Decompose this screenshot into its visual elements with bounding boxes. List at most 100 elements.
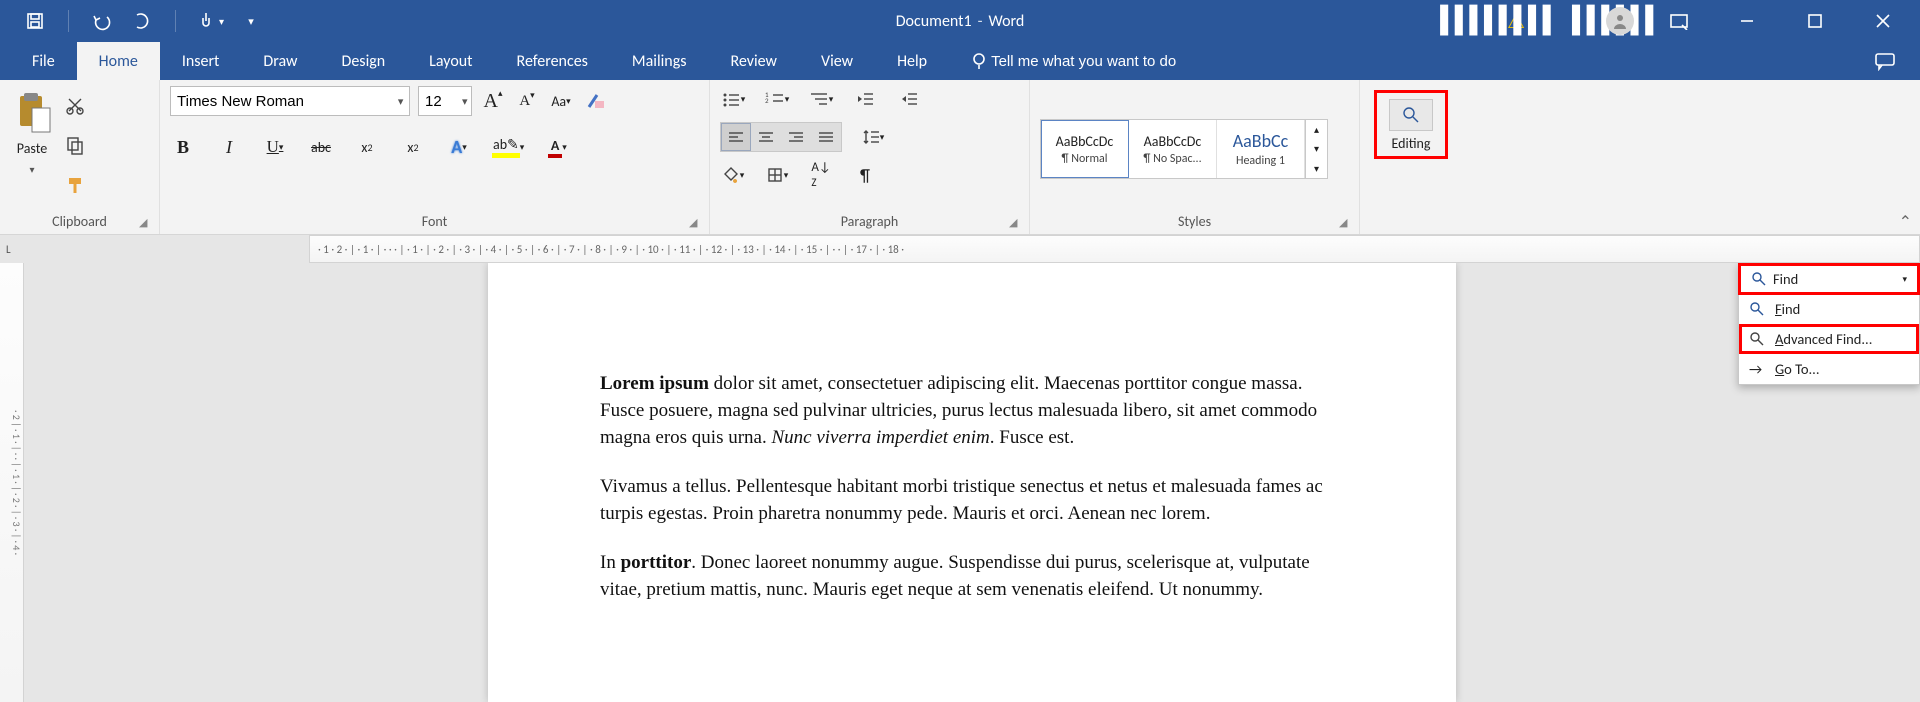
clipboard-launcher-icon[interactable]: ◢ <box>139 216 153 230</box>
tell-me[interactable] <box>955 42 1263 80</box>
group-font: ▾ ▾ A▴ A▾ Aa▾ B I U▾ abc x2 x2 A▾ ab✎▾ A… <box>160 80 710 234</box>
ribbon-tabs: File Home Insert Draw Design Layout Refe… <box>0 42 1920 80</box>
tab-selector[interactable]: L <box>0 235 309 263</box>
styles-launcher-icon[interactable]: ◢ <box>1339 216 1353 230</box>
editing-label: Editing <box>1392 135 1431 152</box>
tab-references[interactable]: References <box>495 42 610 80</box>
window-controls <box>1606 0 1920 42</box>
grow-font-icon[interactable]: A▴ <box>480 88 506 114</box>
increase-indent-icon[interactable] <box>896 86 922 112</box>
shrink-font-icon[interactable]: A▾ <box>514 88 540 114</box>
copy-icon[interactable] <box>62 132 88 158</box>
font-color-icon[interactable]: A▾ <box>544 134 570 160</box>
close-button[interactable] <box>1860 0 1906 42</box>
tab-insert[interactable]: Insert <box>160 42 242 80</box>
align-right-button[interactable] <box>781 123 811 151</box>
group-paragraph: ▾ 12▾ ▾ ▾ ▾ ▾ A↓Z ¶ <box>710 80 1030 234</box>
tell-me-input[interactable] <box>989 52 1249 71</box>
paragraph-label: Paragraph <box>841 213 899 230</box>
change-case-icon[interactable]: Aa▾ <box>548 88 574 114</box>
account-avatar[interactable] <box>1606 7 1634 35</box>
style-gallery-more[interactable]: ▴▾▾ <box>1305 120 1327 178</box>
tab-design[interactable]: Design <box>320 42 408 80</box>
paste-button[interactable]: Paste ▾ <box>10 90 54 176</box>
style-heading-1[interactable]: AaBbCc Heading 1 <box>1217 120 1305 178</box>
paste-label: Paste <box>17 140 47 157</box>
search-icon <box>1401 105 1421 125</box>
sort-icon[interactable]: A↓Z <box>808 162 834 188</box>
document-area[interactable]: Lorem ipsum dolor sit amet, consectetuer… <box>24 263 1920 702</box>
italic-button[interactable]: I <box>216 134 242 160</box>
styles-label: Styles <box>1178 213 1211 230</box>
text-effects-icon[interactable]: A▾ <box>446 134 472 160</box>
clear-formatting-icon[interactable] <box>582 88 608 114</box>
tab-review[interactable]: Review <box>708 42 799 80</box>
tab-draw[interactable]: Draw <box>241 42 319 80</box>
find-dropdown: Find ▾ Find Advanced Find... → Go To... <box>1738 263 1920 385</box>
vertical-ruler[interactable]: · 2 | · 1 · | · · | · 1 · | · 2 · | · 3 … <box>0 263 24 702</box>
page[interactable]: Lorem ipsum dolor sit amet, consectetuer… <box>488 263 1456 702</box>
decrease-indent-icon[interactable] <box>852 86 878 112</box>
style-no-spacing[interactable]: AaBbCcDc ¶ No Spac... <box>1129 120 1217 178</box>
align-justify-button[interactable] <box>811 123 841 151</box>
font-label: Font <box>422 213 448 230</box>
find-menu-advanced[interactable]: Advanced Find... <box>1739 324 1919 354</box>
multilevel-list-icon[interactable]: ▾ <box>808 86 834 112</box>
tab-view[interactable]: View <box>799 42 875 80</box>
customize-qat-icon[interactable]: ▾ <box>238 8 264 34</box>
bold-button[interactable]: B <box>170 134 196 160</box>
svg-text:2: 2 <box>765 96 769 105</box>
format-painter-icon[interactable] <box>62 172 88 198</box>
tab-help[interactable]: Help <box>875 42 949 80</box>
font-launcher-icon[interactable]: ◢ <box>689 216 703 230</box>
align-center-button[interactable] <box>751 123 781 151</box>
horizontal-ruler[interactable]: · 1 · 2 · | · 1 · | · · · | · 1 · | · 2 … <box>309 235 1920 263</box>
find-label: Find <box>1773 270 1798 288</box>
align-left-button[interactable] <box>721 123 751 151</box>
superscript-button[interactable]: x2 <box>400 134 426 160</box>
document-name: Document1 <box>896 12 972 31</box>
maximize-button[interactable] <box>1792 0 1838 42</box>
group-styles: AaBbCcDc ¶ Normal AaBbCcDc ¶ No Spac... … <box>1030 80 1360 234</box>
numbering-icon[interactable]: 12▾ <box>764 86 790 112</box>
tab-mailings[interactable]: Mailings <box>610 42 709 80</box>
subscript-button[interactable]: x2 <box>354 134 380 160</box>
shading-icon[interactable]: ▾ <box>720 162 746 188</box>
font-name-combo[interactable]: ▾ <box>170 86 410 116</box>
touch-mode-icon[interactable]: ▾ <box>196 8 224 34</box>
bullets-icon[interactable]: ▾ <box>720 86 746 112</box>
find-menu-find[interactable]: Find <box>1739 294 1919 324</box>
group-editing: Editing <box>1360 80 1462 234</box>
show-marks-icon[interactable]: ¶ <box>852 162 878 188</box>
collapse-ribbon-icon[interactable]: ⌃ <box>1899 212 1912 232</box>
lightbulb-icon <box>969 51 989 71</box>
tab-layout[interactable]: Layout <box>407 42 494 80</box>
cut-icon[interactable] <box>62 92 88 118</box>
redo-icon[interactable] <box>129 8 155 34</box>
find-menu-goto[interactable]: → Go To... <box>1739 354 1919 384</box>
highlight-icon[interactable]: ab✎▾ <box>492 134 524 160</box>
style-normal[interactable]: AaBbCcDc ¶ Normal <box>1041 120 1129 178</box>
clipboard-label: Clipboard <box>52 213 107 230</box>
save-icon[interactable] <box>22 8 48 34</box>
borders-icon[interactable]: ▾ <box>764 162 790 188</box>
find-split-button[interactable]: Find ▾ <box>1738 263 1920 295</box>
ribbon-display-options-icon[interactable] <box>1656 0 1702 42</box>
tab-home[interactable]: Home <box>77 42 160 80</box>
font-name-input[interactable] <box>171 87 392 115</box>
editing-button[interactable]: Editing <box>1374 90 1448 159</box>
underline-button[interactable]: U▾ <box>262 134 288 160</box>
title-bar: ▾ ▾ Document1 - Word ⚠ ▌▌▌▌▌▌▌▌ ▌▌▌▌▌▌ <box>0 0 1920 42</box>
tab-file[interactable]: File <box>10 42 77 80</box>
paragraph-launcher-icon[interactable]: ◢ <box>1009 216 1023 230</box>
strikethrough-button[interactable]: abc <box>308 134 334 160</box>
font-size-combo[interactable]: ▾ <box>418 86 472 116</box>
ribbon: Paste ▾ Clipboard ◢ ▾ ▾ A▴ A▾ Aa▾ B <box>0 80 1920 235</box>
font-size-input[interactable] <box>419 87 459 115</box>
comments-icon[interactable] <box>1862 42 1908 80</box>
minimize-button[interactable] <box>1724 0 1770 42</box>
undo-icon[interactable] <box>89 8 115 34</box>
arrow-right-icon: → <box>1749 360 1765 378</box>
line-spacing-icon[interactable]: ▾ <box>860 124 886 150</box>
search-icon <box>1749 331 1765 347</box>
